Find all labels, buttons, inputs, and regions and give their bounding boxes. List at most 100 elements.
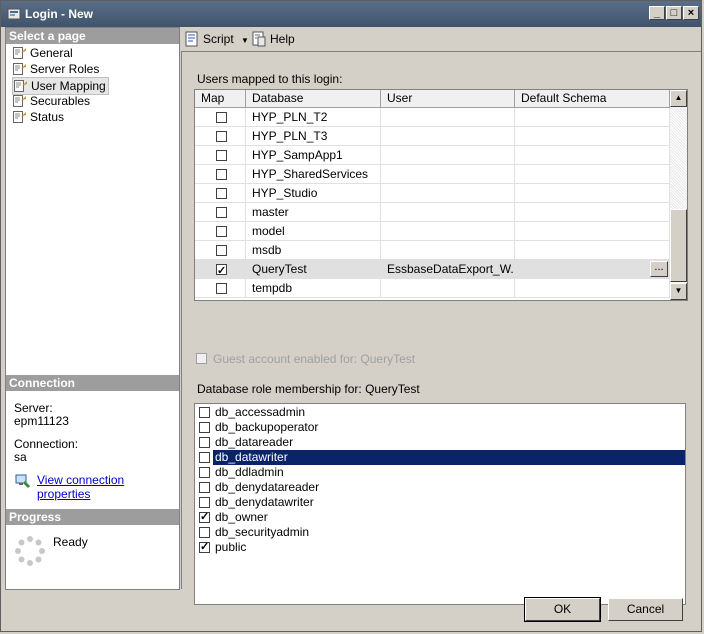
role-checkbox[interactable]	[199, 527, 210, 538]
table-row[interactable]: HYP_PLN_T2	[195, 108, 670, 127]
schema-cell[interactable]	[515, 127, 670, 145]
map-checkbox[interactable]	[216, 131, 227, 142]
role-item-public[interactable]: public	[195, 540, 683, 555]
column-header-map[interactable]: Map	[195, 90, 246, 108]
table-row[interactable]: QueryTestEssbaseDataExport_W......	[195, 260, 670, 279]
database-cell[interactable]: master	[246, 203, 381, 221]
database-cell[interactable]: HYP_PLN_T3	[246, 127, 381, 145]
table-row[interactable]: HYP_SampApp1	[195, 146, 670, 165]
table-row[interactable]: msdb	[195, 241, 670, 260]
map-checkbox[interactable]	[216, 245, 227, 256]
map-checkbox[interactable]	[216, 207, 227, 218]
scroll-down-button[interactable]: ▼	[670, 283, 687, 300]
scroll-thumb[interactable]	[670, 209, 687, 282]
schema-cell[interactable]	[515, 184, 670, 202]
user-cell[interactable]	[381, 146, 515, 164]
role-item-db-accessadmin[interactable]: db_accessadmin	[195, 405, 683, 420]
map-checkbox[interactable]	[216, 150, 227, 161]
scroll-up-button[interactable]: ▲	[670, 90, 687, 107]
user-cell[interactable]	[381, 222, 515, 240]
role-checkbox[interactable]	[199, 540, 210, 555]
role-item-db-denydatawriter[interactable]: db_denydatawriter	[195, 495, 683, 510]
database-cell[interactable]: HYP_SharedServices	[246, 165, 381, 183]
user-cell[interactable]	[381, 241, 515, 259]
role-item-db-denydatareader[interactable]: db_denydatareader	[195, 480, 683, 495]
user-cell[interactable]	[381, 127, 515, 145]
map-checkbox[interactable]	[216, 169, 227, 180]
role-checkbox[interactable]	[199, 452, 210, 463]
title-bar[interactable]: Login - New _ □ ×	[1, 1, 701, 27]
help-label: Help	[270, 32, 295, 46]
select-page-header: Select a page	[6, 28, 179, 44]
page-item-securables[interactable]: Securables	[12, 93, 90, 109]
schema-cell[interactable]	[515, 260, 670, 278]
role-checkbox[interactable]	[199, 407, 210, 418]
ok-button[interactable]: OK	[524, 597, 601, 622]
schema-cell[interactable]	[515, 241, 670, 259]
script-button[interactable]: Script ▼	[184, 31, 249, 47]
table-row[interactable]: HYP_SharedServices	[195, 165, 670, 184]
database-cell[interactable]: tempdb	[246, 279, 381, 297]
table-row[interactable]: HYP_Studio	[195, 184, 670, 203]
role-item-db-datawriter[interactable]: db_datawriter	[195, 450, 685, 465]
map-checkbox[interactable]	[216, 226, 227, 237]
table-row[interactable]: master	[195, 203, 670, 222]
schema-cell[interactable]	[515, 165, 670, 183]
maximize-button[interactable]: □	[666, 6, 682, 20]
user-cell[interactable]: EssbaseDataExport_W...	[381, 260, 515, 278]
map-cell	[195, 184, 246, 202]
database-cell[interactable]: HYP_PLN_T2	[246, 108, 381, 126]
role-item-db-datareader[interactable]: db_datareader	[195, 435, 683, 450]
role-checkbox[interactable]	[199, 482, 210, 493]
user-cell[interactable]	[381, 165, 515, 183]
schema-cell[interactable]	[515, 203, 670, 221]
guest-account-checkbox[interactable]	[196, 353, 207, 364]
table-row[interactable]: model	[195, 222, 670, 241]
help-button[interactable]: Help	[251, 31, 295, 47]
schema-browse-button[interactable]: ...	[650, 261, 668, 277]
user-cell[interactable]	[381, 108, 515, 126]
role-checkbox[interactable]	[199, 437, 210, 448]
role-checkbox[interactable]	[199, 497, 210, 508]
user-cell[interactable]	[381, 203, 515, 221]
cancel-button[interactable]: Cancel	[608, 598, 683, 621]
role-item-db-ddladmin[interactable]: db_ddladmin	[195, 465, 683, 480]
table-row[interactable]: HYP_PLN_T3	[195, 127, 670, 146]
database-cell[interactable]: HYP_Studio	[246, 184, 381, 202]
view-connection-properties-link[interactable]: View connection properties	[37, 473, 179, 501]
role-item-db-owner[interactable]: db_owner	[195, 510, 683, 525]
page-item-status[interactable]: Status	[12, 109, 64, 125]
map-checkbox[interactable]	[216, 112, 227, 123]
map-checkbox[interactable]	[216, 188, 227, 199]
role-item-db-backupoperator[interactable]: db_backupoperator	[195, 420, 683, 435]
page-item-server-roles[interactable]: Server Roles	[12, 61, 99, 77]
schema-cell[interactable]	[515, 108, 670, 126]
map-checkbox[interactable]	[216, 262, 227, 278]
schema-cell[interactable]	[515, 146, 670, 164]
user-cell[interactable]	[381, 184, 515, 202]
database-cell[interactable]: model	[246, 222, 381, 240]
database-cell[interactable]: msdb	[246, 241, 381, 259]
role-checkbox[interactable]	[199, 422, 210, 433]
role-checkbox[interactable]	[199, 467, 210, 478]
schema-cell[interactable]	[515, 222, 670, 240]
column-header-user[interactable]: User	[381, 90, 515, 108]
progress-spinner-icon	[15, 536, 45, 566]
role-checkbox[interactable]	[199, 510, 210, 525]
right-panel: Script ▼ Help Users mapped to this login…	[181, 27, 701, 605]
column-header-default-schema[interactable]: Default Schema	[515, 90, 670, 108]
minimize-button[interactable]: _	[649, 6, 665, 20]
table-row[interactable]: tempdb	[195, 279, 670, 298]
role-item-db-securityadmin[interactable]: db_securityadmin	[195, 525, 683, 540]
login-window-icon	[7, 8, 21, 20]
map-cell	[195, 165, 246, 183]
page-item-general[interactable]: General	[12, 45, 73, 61]
schema-cell[interactable]	[515, 279, 670, 297]
close-button[interactable]: ×	[683, 6, 699, 20]
column-header-database[interactable]: Database	[246, 90, 381, 108]
database-cell[interactable]: QueryTest	[246, 260, 381, 278]
database-cell[interactable]: HYP_SampApp1	[246, 146, 381, 164]
grid-vertical-scrollbar[interactable]: ▲ ▼	[670, 90, 687, 300]
user-cell[interactable]	[381, 279, 515, 297]
map-checkbox[interactable]	[216, 283, 227, 294]
